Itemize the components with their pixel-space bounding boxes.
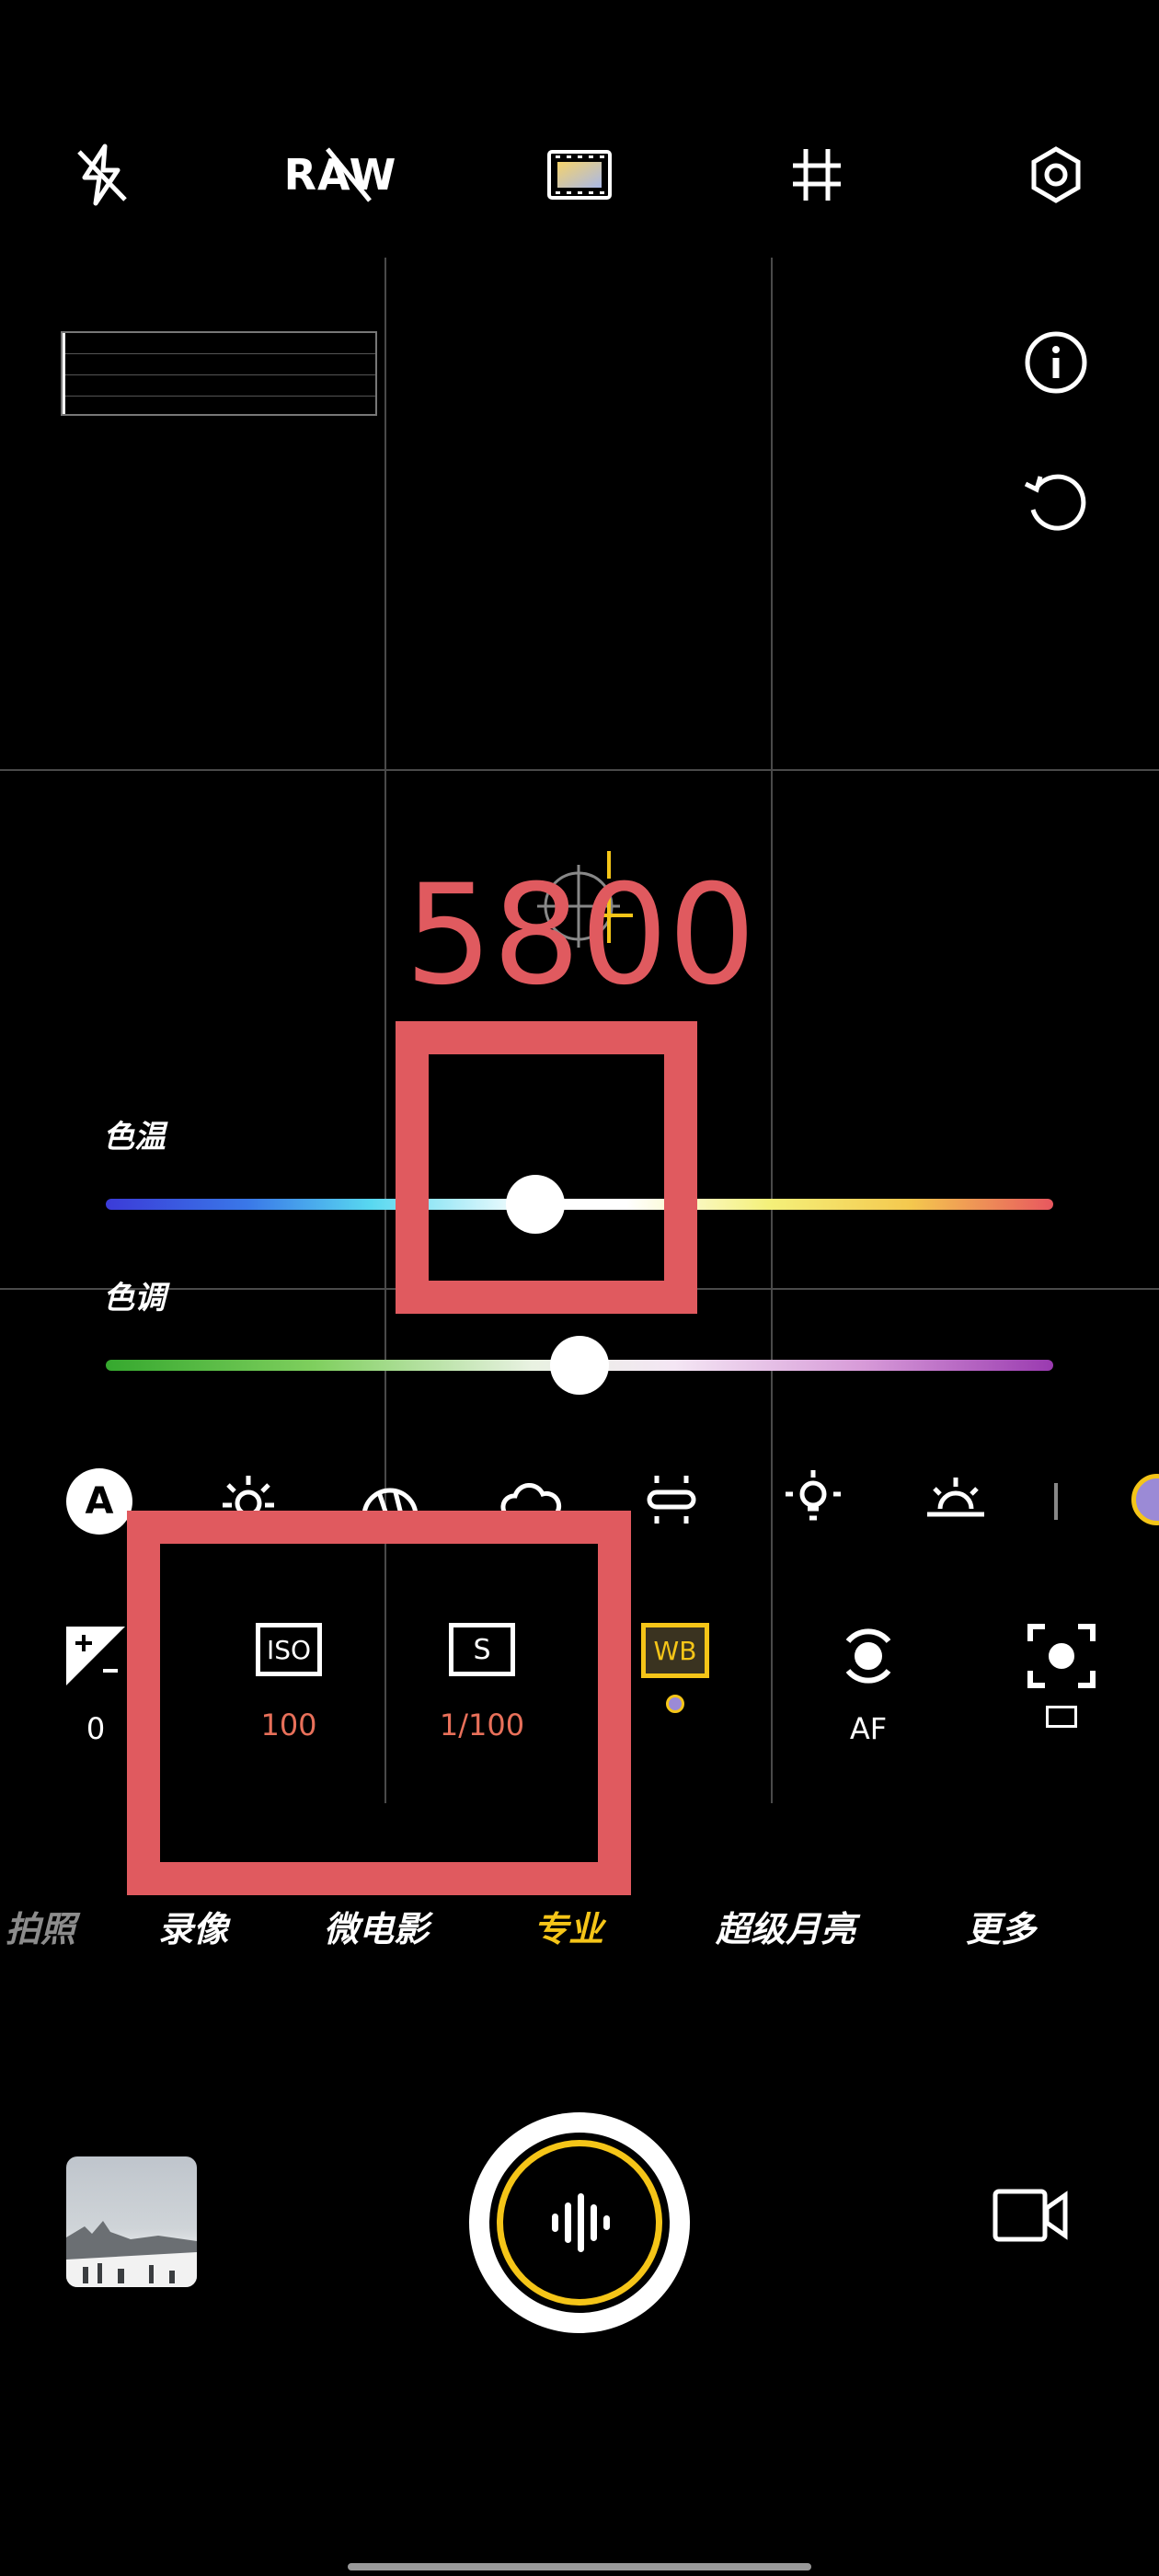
mode-pro[interactable]: 专业 bbox=[534, 1901, 603, 1951]
video-switch-icon[interactable] bbox=[992, 2186, 1069, 2245]
mode-super-moon[interactable]: 超级月亮 bbox=[716, 1901, 855, 1951]
shutter-button[interactable] bbox=[469, 2112, 690, 2333]
metering-param[interactable] bbox=[970, 1623, 1153, 1728]
focus-param[interactable]: AF bbox=[776, 1623, 960, 1746]
metering-mode-icon bbox=[1046, 1706, 1077, 1728]
wb-icon: WB bbox=[641, 1623, 709, 1678]
reset-icon[interactable] bbox=[1017, 466, 1095, 539]
audio-waveform-icon bbox=[552, 2193, 610, 2252]
level-grid-icon[interactable] bbox=[780, 138, 854, 212]
home-indicator[interactable] bbox=[348, 2563, 811, 2570]
gallery-thumbnail[interactable] bbox=[66, 2156, 197, 2287]
sunset-icon[interactable] bbox=[924, 1470, 988, 1529]
preset-divider bbox=[1054, 1483, 1058, 1520]
settings-icon[interactable] bbox=[1019, 138, 1093, 212]
exposure-comp-icon bbox=[66, 1627, 125, 1685]
wb-kelvin-value: 5800 bbox=[405, 856, 756, 1016]
wb-custom-dot-icon bbox=[666, 1695, 684, 1713]
wb-auto-button[interactable]: A bbox=[66, 1468, 132, 1535]
snow-scene-image bbox=[66, 2221, 197, 2287]
focus-icon bbox=[845, 1628, 891, 1684]
mode-video[interactable]: 录像 bbox=[158, 1901, 228, 1951]
grid-line-h1 bbox=[0, 769, 1159, 771]
fluorescent-icon[interactable] bbox=[642, 1470, 701, 1529]
histogram bbox=[61, 331, 377, 416]
metering-icon bbox=[1027, 1624, 1096, 1688]
raw-strike-icon bbox=[326, 147, 372, 202]
incandescent-icon[interactable] bbox=[784, 1468, 843, 1531]
mode-more[interactable]: 更多 bbox=[966, 1901, 1036, 1951]
grid-line-v2 bbox=[771, 258, 773, 1803]
flash-off-icon[interactable] bbox=[64, 138, 138, 212]
raw-toggle[interactable]: RAW bbox=[276, 138, 405, 212]
tint-label: 色调 bbox=[103, 1280, 166, 1317]
tint-thumb[interactable] bbox=[550, 1336, 609, 1395]
wb-slider-highlight bbox=[396, 1021, 697, 1314]
params-highlight bbox=[127, 1511, 631, 1895]
film-filter-icon[interactable] bbox=[543, 143, 616, 207]
focus-value: AF bbox=[849, 1711, 888, 1746]
wb-auto-label: A bbox=[85, 1480, 114, 1523]
mode-photo[interactable]: 拍照 bbox=[6, 1901, 75, 1951]
color-temp-label: 色温 bbox=[103, 1119, 166, 1156]
info-icon[interactable] bbox=[1019, 326, 1093, 399]
custom-wb-icon[interactable] bbox=[1131, 1474, 1159, 1525]
mode-micro-movie[interactable]: 微电影 bbox=[324, 1901, 429, 1951]
